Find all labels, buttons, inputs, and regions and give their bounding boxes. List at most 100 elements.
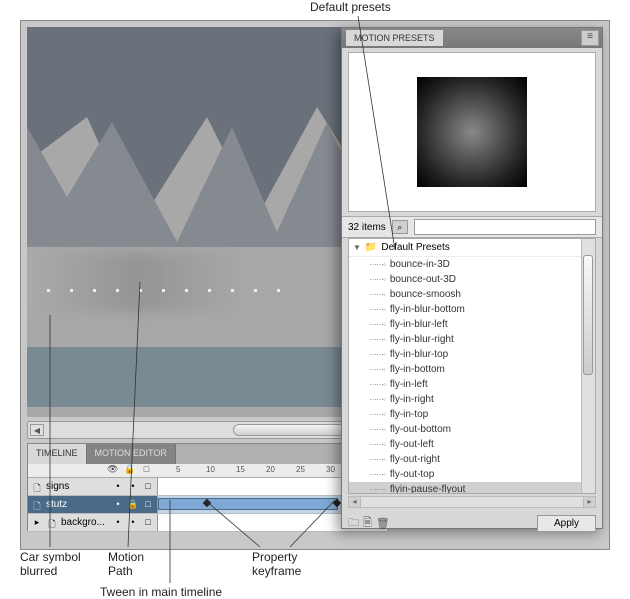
preset-icon: ⋯⋯◦	[369, 410, 385, 419]
layer-icon: 🗋	[46, 517, 58, 529]
dot-icon[interactable]: •	[112, 499, 124, 511]
preset-icon: ⋯⋯◦	[369, 485, 385, 494]
list-v-scrollbar[interactable]	[581, 239, 595, 493]
preset-item[interactable]: ⋯⋯◦flyin-pause-flyout	[349, 482, 595, 494]
scroll-left-icon[interactable]: ◂	[349, 497, 361, 507]
apply-button[interactable]: Apply	[537, 515, 596, 532]
preset-icon: ⋯⋯◦	[369, 395, 385, 404]
folder-default-presets[interactable]: ▼ 📁 Default Presets	[349, 239, 595, 257]
preset-item[interactable]: ⋯⋯◦ fly-out-right	[349, 452, 595, 467]
preset-icon: ⋯⋯◦	[369, 440, 385, 449]
scroll-left-icon[interactable]: ◀	[30, 424, 44, 436]
preset-label: fly-in-right	[390, 394, 434, 405]
scroll-right-icon[interactable]: ▸	[583, 497, 595, 507]
preset-item[interactable]: ⋯⋯◦ fly-out-bottom	[349, 422, 595, 437]
preset-preview	[348, 52, 596, 212]
list-h-scrollbar[interactable]: ◂ ▸	[348, 496, 596, 508]
preset-item[interactable]: ⋯⋯◦ fly-in-blur-right	[349, 332, 595, 347]
preset-item[interactable]: ⋯⋯◦ bounce-out-3D	[349, 272, 595, 287]
timeline-header: 👁 🔒 □ 5 10 15 20 25 30 35	[28, 464, 388, 478]
lock-icon[interactable]: 🔒	[124, 464, 135, 475]
mountains-front	[27, 27, 377, 247]
callout-motion-path: Motion Path	[108, 550, 144, 578]
lock-closed-icon[interactable]: 🔒	[127, 499, 139, 511]
panel-title[interactable]: MOTION PRESETS	[346, 30, 443, 46]
layer-icon: 🗋	[31, 499, 43, 511]
preset-icon: ⋯⋯◦	[369, 320, 385, 329]
preset-item[interactable]: ⋯⋯◦ fly-in-right	[349, 392, 595, 407]
tab-motion-editor[interactable]: MOTION EDITOR	[87, 444, 176, 464]
layer-row-background[interactable]: ▸ 🗋 backgro... • • □	[28, 514, 388, 532]
list-scroll-thumb[interactable]	[583, 255, 593, 375]
outline-icon[interactable]: □	[141, 464, 152, 475]
stage-canvas	[27, 27, 377, 417]
dot-icon[interactable]: •	[127, 481, 139, 493]
search-icon[interactable]: ⌕	[392, 220, 408, 234]
tab-timeline[interactable]: TIMELINE	[28, 444, 87, 464]
item-count: 32 items	[348, 222, 386, 233]
app-frame: ◀ ▶ TIMELINE MOTION EDITOR 👁 🔒 □ 5 10 15…	[20, 20, 610, 550]
panel-menu-icon[interactable]: ≡	[581, 30, 599, 46]
preset-icon: ⋯⋯◦	[369, 335, 385, 344]
preset-label: fly-in-left	[390, 379, 428, 390]
preset-icon: ⋯⋯◦	[369, 470, 385, 479]
outline-box-icon[interactable]: □	[142, 481, 154, 493]
preset-item[interactable]: ⋯⋯◦bounce-smoosh	[349, 287, 595, 302]
dot-icon[interactable]: •	[127, 517, 139, 529]
folder-label: Default Presets	[381, 242, 449, 253]
preset-item[interactable]: ⋯⋯◦fly-in-blur-bottom	[349, 302, 595, 317]
preset-label: fly-out-left	[390, 439, 434, 450]
preset-icon: ⋯⋯◦	[369, 425, 385, 434]
preset-icon: ⋯⋯◦	[369, 455, 385, 464]
preset-item[interactable]: ⋯⋯◦ fly-in-blur-top	[349, 347, 595, 362]
preset-item[interactable]: ⋯⋯◦ fly-out-left	[349, 437, 595, 452]
preset-label: fly-out-top	[390, 469, 434, 480]
preset-label: bounce-out-3D	[390, 274, 456, 285]
preset-list: ▼ 📁 Default Presets ⋯⋯◦bounce-in-3D⋯⋯◦bo…	[348, 238, 596, 494]
preset-item[interactable]: ⋯⋯◦fly-in-top	[349, 407, 595, 422]
dot-icon[interactable]: •	[112, 481, 124, 493]
preset-label: fly-in-blur-left	[390, 319, 448, 330]
chevron-down-icon[interactable]: ▼	[353, 243, 361, 252]
preset-label: fly-in-blur-right	[390, 334, 454, 345]
outline-box-icon[interactable]: □	[142, 499, 154, 511]
preset-icon: ⋯⋯◦	[369, 275, 385, 284]
dot-icon[interactable]: •	[112, 517, 124, 529]
preset-label: fly-out-right	[390, 454, 440, 465]
timeline-tabs: TIMELINE MOTION EDITOR	[28, 444, 388, 464]
preset-item[interactable]: ⋯⋯◦ fly-in-bottom	[349, 362, 595, 377]
preview-graphic	[417, 77, 527, 187]
preset-label: fly-in-blur-bottom	[390, 304, 465, 315]
layer-name: stutz	[46, 499, 67, 510]
scroll-thumb[interactable]	[233, 424, 353, 436]
preset-item[interactable]: ⋯⋯◦fly-in-left	[349, 377, 595, 392]
preset-label: fly-in-bottom	[390, 364, 445, 375]
preset-label: fly-in-blur-top	[390, 349, 448, 360]
delete-icon[interactable]: 🗑	[376, 517, 390, 530]
save-preset-icon[interactable]: 🗎	[363, 514, 372, 533]
callout-prop-kf: Property keyframe	[252, 550, 301, 578]
stage-h-scrollbar[interactable]: ◀ ▶	[27, 421, 377, 439]
motion-presets-panel: MOTION PRESETS ≡ 32 items ⌕ ▼ 📁 Default …	[341, 27, 603, 529]
search-row: 32 items ⌕	[342, 216, 602, 238]
tween-span[interactable]	[158, 498, 338, 510]
eye-icon[interactable]: 👁	[107, 464, 118, 475]
preset-item[interactable]: ⋯⋯◦ fly-in-blur-left	[349, 317, 595, 332]
preset-item[interactable]: ⋯⋯◦ fly-out-top	[349, 467, 595, 482]
search-input[interactable]	[414, 219, 596, 235]
panel-header[interactable]: MOTION PRESETS ≡	[342, 28, 602, 48]
foreground-band	[27, 347, 377, 407]
outline-box-icon[interactable]: □	[142, 517, 154, 529]
layer-row-signs[interactable]: 🗋 signs • • □	[28, 478, 388, 496]
layer-row-stutz[interactable]: 🗋 stutz • 🔒 □	[28, 496, 388, 514]
layer-icon: 🗋	[31, 481, 43, 493]
preset-item[interactable]: ⋯⋯◦bounce-in-3D	[349, 257, 595, 272]
folder-expand-icon[interactable]: ▸	[31, 517, 43, 529]
preset-label: bounce-in-3D	[390, 259, 450, 270]
preset-label: fly-out-bottom	[390, 424, 451, 435]
new-folder-icon[interactable]: 🗀	[348, 514, 359, 533]
callout-car-blur: Car symbol blurred	[20, 550, 81, 578]
motion-path[interactable]	[47, 282, 367, 284]
preset-icon: ⋯⋯◦	[369, 350, 385, 359]
preset-icon: ⋯⋯◦	[369, 365, 385, 374]
